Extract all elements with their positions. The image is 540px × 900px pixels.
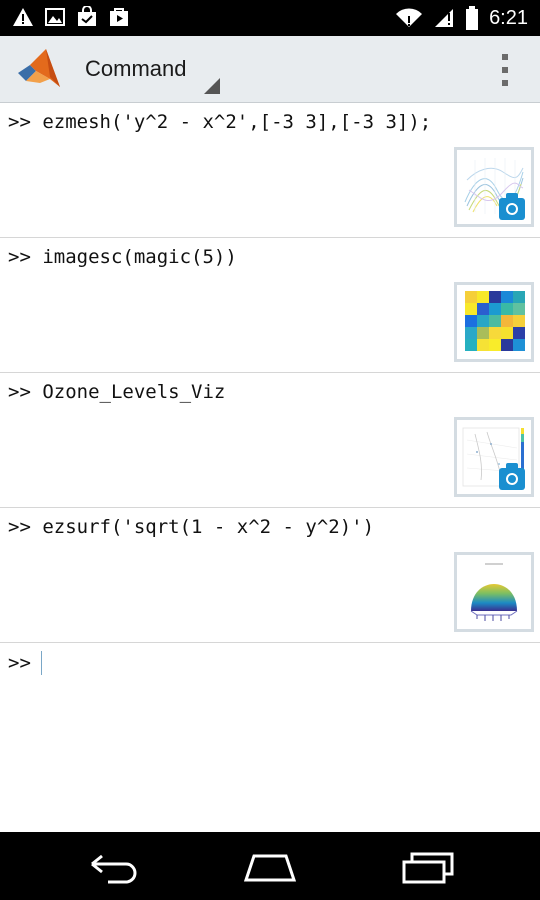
matlab-logo-icon[interactable]: [16, 47, 62, 91]
command-text: >> Ozone_Levels_Viz: [8, 381, 226, 403]
page-title: Command: [85, 56, 187, 81]
command-entry: >> ezsurf('sqrt(1 - x^2 - y^2)'): [0, 508, 540, 643]
command-entry: >> Ozone_Levels_Viz: [0, 373, 540, 508]
command-prompt[interactable]: >>: [8, 651, 42, 675]
command-text: >> ezmesh('y^2 - x^2',[-3 3],[-3 3]);: [8, 111, 432, 133]
command-spinner[interactable]: Command: [85, 54, 220, 94]
command-text: >> imagesc(magic(5)): [8, 246, 237, 268]
camera-icon[interactable]: [499, 193, 525, 220]
overflow-menu-icon[interactable]: [500, 54, 510, 86]
home-icon[interactable]: [240, 850, 300, 884]
figure-thumbnail-imagesc[interactable]: [454, 282, 534, 362]
shopping-bag-icon: [78, 6, 96, 26]
image-icon: [45, 8, 65, 26]
action-bar: Command: [0, 36, 540, 103]
signal-icon: [435, 9, 454, 27]
command-history[interactable]: >> ezmesh('y^2 - x^2',[-3 3],[-3 3]); >>…: [0, 103, 540, 832]
status-bar: 6:21: [0, 0, 540, 36]
command-text: >> ezsurf('sqrt(1 - x^2 - y^2)'): [8, 516, 375, 538]
text-cursor: [40, 651, 42, 675]
play-store-icon: [110, 8, 128, 26]
wifi-icon: [396, 8, 423, 27]
spinner-triangle-icon: [204, 78, 220, 94]
camera-icon[interactable]: [499, 463, 525, 490]
command-entry: >> ezmesh('y^2 - x^2',[-3 3],[-3 3]);: [0, 103, 540, 238]
command-entry: >> imagesc(magic(5)): [0, 238, 540, 373]
back-icon[interactable]: [84, 850, 144, 884]
figure-thumbnail-surf[interactable]: [454, 552, 534, 632]
status-time: 6:21: [489, 7, 528, 29]
recents-icon[interactable]: [396, 850, 456, 884]
battery-icon: [466, 6, 479, 30]
warning-icon: [13, 8, 33, 26]
figure-thumbnail-mesh[interactable]: [454, 147, 534, 227]
figure-thumbnail-ozone[interactable]: [454, 417, 534, 497]
prompt-symbol: >>: [8, 652, 31, 674]
navigation-bar: [0, 832, 540, 900]
